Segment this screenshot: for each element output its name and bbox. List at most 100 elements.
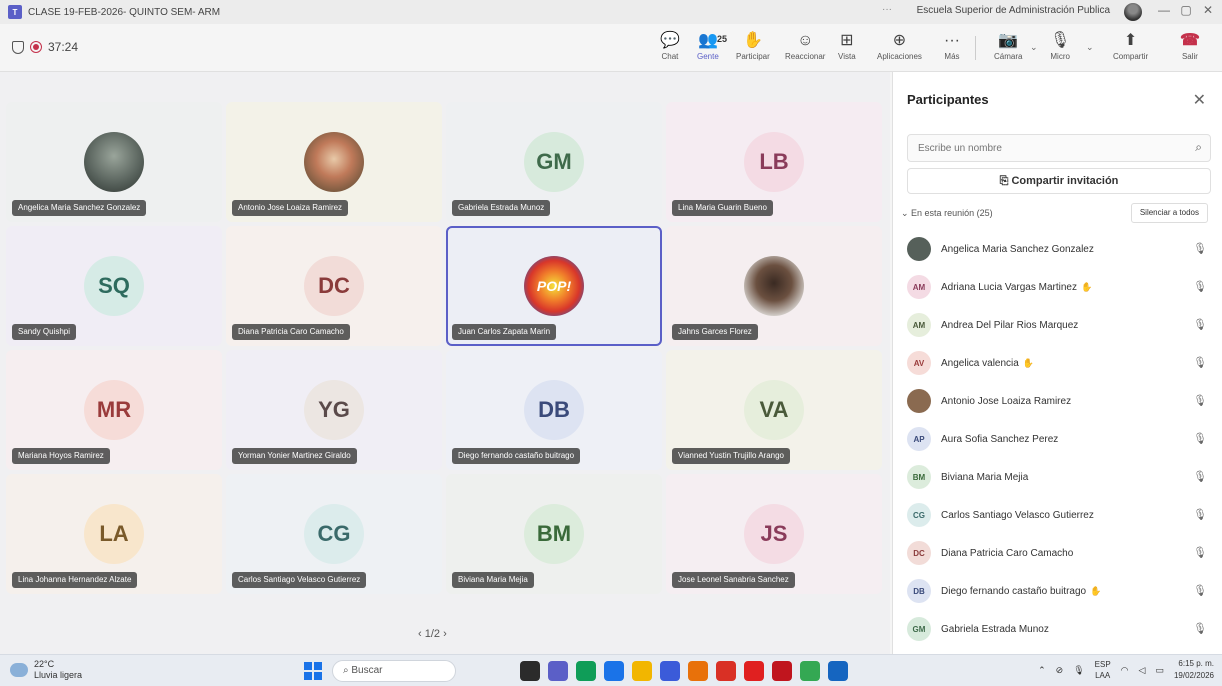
app-icon[interactable] <box>688 661 708 681</box>
user-avatar[interactable] <box>1124 3 1142 21</box>
video-tile[interactable]: DB Diego fernando castaño buitrago <box>446 350 662 470</box>
network-icon[interactable]: ⊘ <box>1056 665 1064 676</box>
weather-icon <box>10 663 28 677</box>
mute-all-button[interactable]: Silenciar a todos <box>1130 203 1208 223</box>
video-tile[interactable]: MR Mariana Hoyos Ramirez <box>6 350 222 470</box>
battery-icon[interactable]: ▭ <box>1155 665 1164 676</box>
gallery-pager[interactable]: ‹ 1/2 › <box>418 628 447 640</box>
minimize-button[interactable]: — <box>1156 3 1172 17</box>
video-tile[interactable]: CG Carlos Santiago Velasco Gutierrez <box>226 474 442 594</box>
volume-icon[interactable]: ◁ <box>1139 665 1146 676</box>
video-tile[interactable]: Antonio Jose Loaiza Ramirez <box>226 102 442 222</box>
app-icon[interactable] <box>660 661 680 681</box>
camera-label: Cámara <box>994 52 1023 61</box>
participant-avatar: CG <box>907 503 931 527</box>
participant-row[interactable]: DC Diana Patricia Caro Camacho 🎙 <box>903 534 1215 572</box>
mic-button[interactable]: 🎙 Micro <box>1050 30 1070 61</box>
chat-button[interactable]: 💬 Chat <box>660 30 680 61</box>
video-tile[interactable]: GM Gabriela Estrada Munoz <box>446 102 662 222</box>
participant-avatar: AM <box>907 313 931 337</box>
app-icon[interactable] <box>828 661 848 681</box>
taskbar-search[interactable]: ⌕ Buscar <box>332 660 456 682</box>
chevron-down-icon[interactable]: ⌄ <box>1030 42 1038 53</box>
mic-off-icon: 🎙 <box>1193 243 1207 255</box>
weather-widget[interactable]: 22°C Lluvia ligera <box>10 659 82 681</box>
close-window-button[interactable]: ✕ <box>1200 3 1216 17</box>
youtube-icon[interactable] <box>744 661 764 681</box>
video-tile[interactable]: LB Lina Maria Guarin Bueno <box>666 102 882 222</box>
windows-taskbar: 22°C Lluvia ligera ⌕ Buscar ⌃ ⊘ 🎙 ESP LA… <box>0 654 1222 686</box>
video-tile[interactable]: LA Lina Johanna Hernandez Alzate <box>6 474 222 594</box>
meeting-status: 37:24 <box>12 40 78 54</box>
people-button[interactable]: 👥 25 Gente <box>697 30 727 61</box>
participant-row[interactable]: GM Gabriela Estrada Munoz 🎙 <box>903 610 1215 648</box>
search-icon: ⌕ <box>1195 140 1202 154</box>
language-indicator[interactable]: ESP LAA <box>1095 659 1111 681</box>
edge-icon[interactable] <box>576 661 596 681</box>
participants-panel: Participantes ✕ ⌕ ⎘ Compartir invitación… <box>892 72 1222 654</box>
restore-button[interactable]: ▢ <box>1178 3 1194 17</box>
video-tile[interactable]: Jahns Garces Florez <box>666 226 882 346</box>
video-tile[interactable]: SQ Sandy Quishpi <box>6 226 222 346</box>
video-tile[interactable]: POP! Juan Carlos Zapata Marin <box>446 226 662 346</box>
file-explorer-icon[interactable] <box>632 661 652 681</box>
camera-button[interactable]: 📷 Cámara <box>994 30 1022 61</box>
in-meeting-section-toggle[interactable]: ⌄ En esta reunión (25) <box>901 208 993 219</box>
mic-off-icon[interactable]: 🎙 <box>1073 665 1084 676</box>
raise-hand-button[interactable]: ✋ Participar <box>736 30 770 61</box>
chevron-down-icon[interactable]: ⌄ <box>1086 42 1094 53</box>
raised-hand-icon: ✋ <box>1022 357 1035 368</box>
taskview-icon[interactable] <box>520 661 540 681</box>
teams-icon[interactable] <box>548 661 568 681</box>
participant-avatar <box>744 256 804 316</box>
video-tile[interactable]: BM Biviana Maria Mejia <box>446 474 662 594</box>
react-button[interactable]: ☺ Reaccionar <box>785 30 825 61</box>
view-button[interactable]: ⊞ Vista <box>838 30 856 61</box>
participant-name-label: Jahns Garces Florez <box>672 324 758 340</box>
more-button[interactable]: ··· Más <box>944 30 960 61</box>
clock[interactable]: 6:15 p. m. 19/02/2026 <box>1174 658 1214 682</box>
more-options-icon[interactable]: ··· <box>882 4 892 15</box>
store-icon[interactable] <box>604 661 624 681</box>
wifi-icon[interactable]: ◠ <box>1121 665 1129 676</box>
participant-row[interactable]: CG Carlos Santiago Velasco Gutierrez 🎙 <box>903 496 1215 534</box>
mcafee-icon[interactable] <box>716 661 736 681</box>
participant-row[interactable]: AP Aura Sofia Sanchez Perez 🎙 <box>903 420 1215 458</box>
participant-name: Diego fernando castaño buitrago <box>941 585 1087 597</box>
participant-row[interactable]: Antonio Jose Loaiza Ramirez 🎙 <box>903 382 1215 420</box>
participant-row[interactable]: Angelica Maria Sanchez Gonzalez 🎙 <box>903 230 1215 268</box>
people-count: 25 <box>717 34 728 44</box>
participant-avatar: POP! <box>524 256 584 316</box>
share-button[interactable]: ⬆ Compartir <box>1113 30 1148 61</box>
video-tile[interactable]: YG Yorman Yonier Martinez Giraldo <box>226 350 442 470</box>
netflix-icon[interactable] <box>772 661 792 681</box>
windows-start-icon[interactable] <box>304 662 322 680</box>
share-invite-button[interactable]: ⎘ Compartir invitación <box>907 168 1211 194</box>
participant-list: Angelica Maria Sanchez Gonzalez 🎙 AM Adrian… <box>903 230 1215 648</box>
participant-search-input[interactable] <box>907 134 1211 162</box>
emoji-icon: ☺ <box>797 32 814 49</box>
participant-row[interactable]: AV Angelica valencia ✋ 🎙 <box>903 344 1215 382</box>
video-tile[interactable]: DC Diana Patricia Caro Camacho <box>226 226 442 346</box>
participant-row[interactable]: BM Biviana Maria Mejia 🎙 <box>903 458 1215 496</box>
organization-name: Escuela Superior de Administración Publi… <box>916 5 1110 16</box>
participant-row[interactable]: AM Adriana Lucia Vargas Martinez ✋ 🎙 <box>903 268 1215 306</box>
in-meeting-section-label: En esta reunión (25) <box>911 208 993 218</box>
participant-name: Aura Sofia Sanchez Perez <box>941 433 1059 445</box>
participant-row[interactable]: AM Andrea Del Pilar Rios Marquez 🎙 <box>903 306 1215 344</box>
video-tile[interactable]: Angelica Maria Sanchez Gonzalez <box>6 102 222 222</box>
view-label: Vista <box>838 52 856 61</box>
clock-date: 19/02/2026 <box>1173 671 1214 680</box>
chrome-icon[interactable] <box>800 661 820 681</box>
participant-avatar: MR <box>84 380 144 440</box>
participant-avatar: VA <box>744 380 804 440</box>
close-icon[interactable]: ✕ <box>1193 90 1206 110</box>
video-tile[interactable]: JS Jose Leonel Sanabria Sanchez <box>666 474 882 594</box>
apps-button[interactable]: ⊕ Aplicaciones <box>877 30 922 61</box>
leave-button[interactable]: ☎ Salir <box>1180 30 1200 61</box>
participant-row[interactable]: DB Diego fernando castaño buitrago ✋ 🎙 <box>903 572 1215 610</box>
participant-name-label: Angelica Maria Sanchez Gonzalez <box>12 200 147 216</box>
video-tile[interactable]: VA Vianned Yustin Trujillo Arango <box>666 350 882 470</box>
chat-label: Chat <box>661 52 679 61</box>
chevron-up-icon[interactable]: ⌃ <box>1038 665 1046 676</box>
